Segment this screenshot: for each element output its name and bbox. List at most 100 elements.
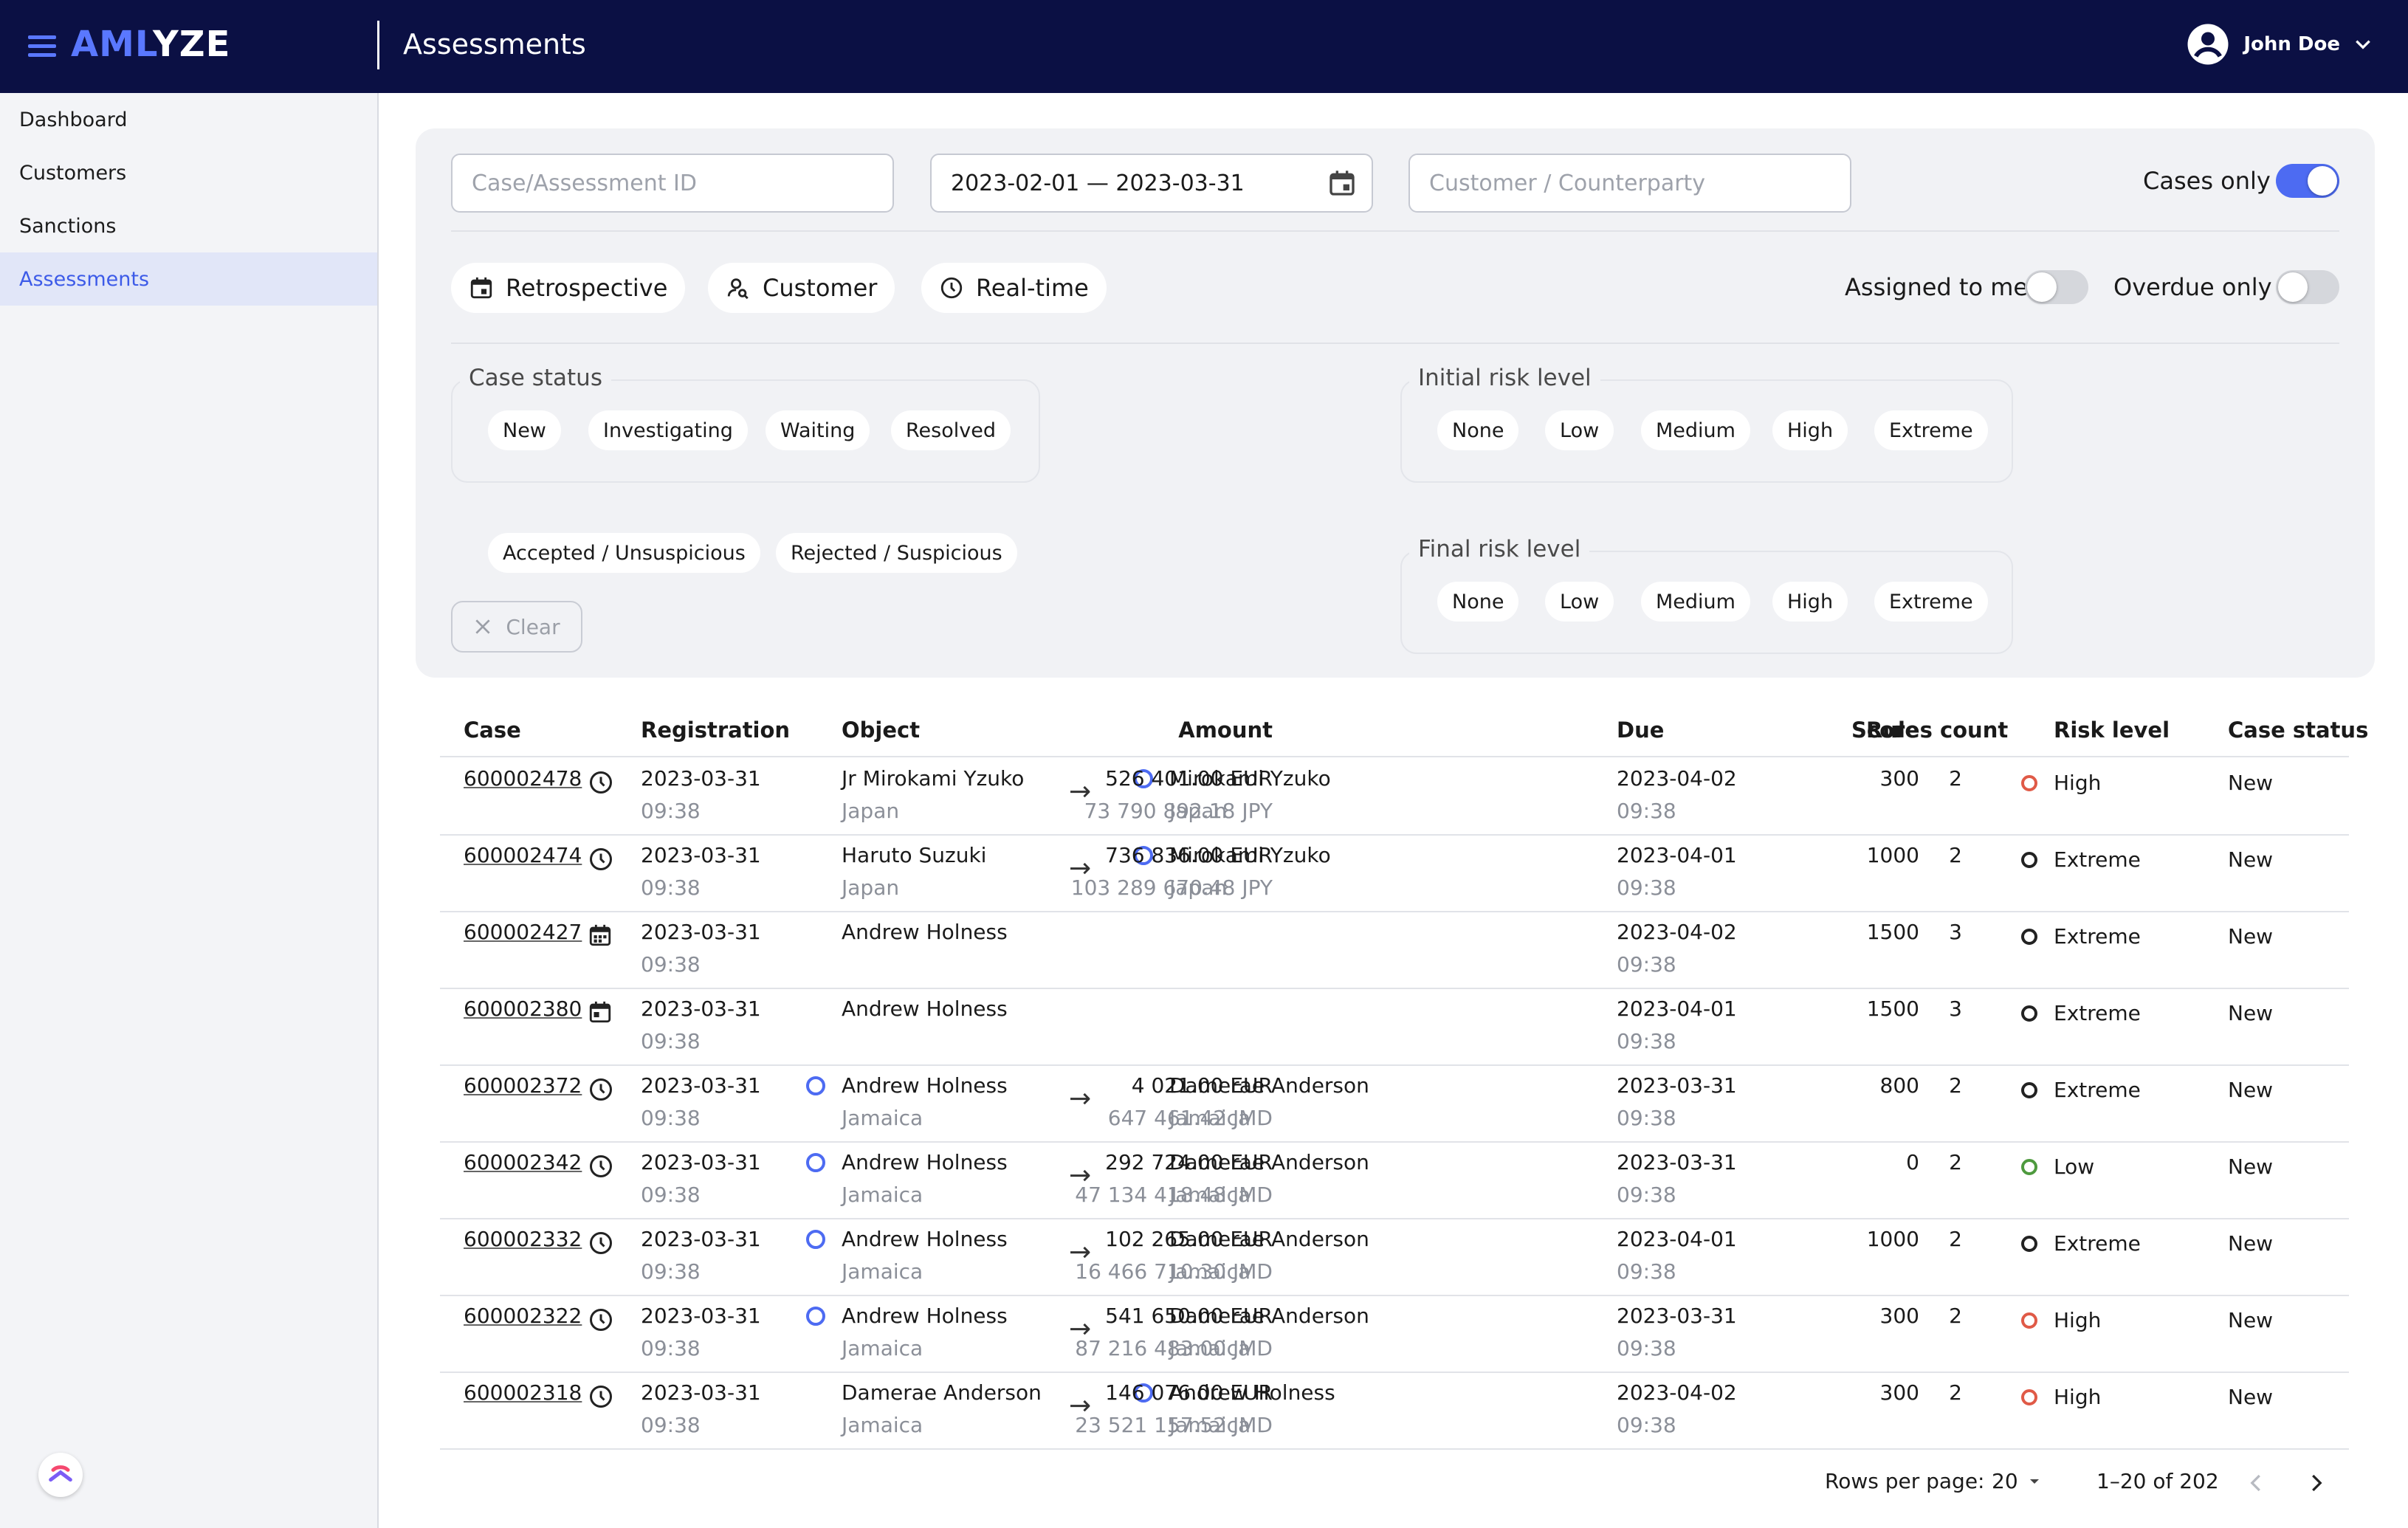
real-time-chip[interactable]: Real-time — [921, 263, 1107, 313]
table-row[interactable]: 600002380 2023-03-31 09:38 Andrew Holness 20… — [440, 989, 2349, 1066]
table-row[interactable]: 600002372 2023-03-31 09:38 Andrew Holness Ja… — [440, 1066, 2349, 1143]
next-page-icon[interactable] — [2305, 1472, 2327, 1494]
brand-logo[interactable]: AMLYZE — [71, 24, 230, 65]
object-name[interactable]: Jr Mirokami Yzuko — [842, 766, 1024, 791]
registration-time: 09:38 — [641, 1336, 701, 1360]
sidebar-item-sanctions[interactable]: Sanctions — [0, 199, 377, 252]
helper-widget-icon[interactable] — [38, 1453, 83, 1497]
table-row[interactable]: 600002318 2023-03-31 09:38 Damerae Anderson… — [440, 1373, 2349, 1450]
score: 300 — [1879, 1380, 1919, 1405]
resolution-chip-rejected[interactable]: Rejected / Suspicious — [776, 533, 1017, 573]
arrow-right-icon: → — [1069, 1084, 1092, 1114]
col-registration[interactable]: Registration — [641, 717, 790, 743]
due-time: 09:38 — [1617, 799, 1676, 823]
case-id-link[interactable]: 600002474 — [464, 843, 582, 867]
rows-per-page-value: 20 — [1992, 1469, 2018, 1493]
status-chip-investigating[interactable]: Investigating — [588, 410, 748, 450]
overdue-only-toggle[interactable] — [2276, 270, 2339, 304]
calendar-icon[interactable] — [1327, 168, 1357, 198]
object-name[interactable]: Andrew Holness — [842, 997, 1008, 1021]
dropdown-arrow-icon — [2029, 1479, 2039, 1484]
initial-risk-legend: Initial risk level — [1409, 365, 1600, 391]
object-name[interactable]: Damerae Anderson — [842, 1380, 1042, 1405]
col-amount[interactable]: Amount — [1178, 717, 1273, 743]
object-name[interactable]: Andrew Holness — [842, 1073, 1008, 1098]
risk-level-indicator — [2021, 852, 2037, 868]
amount: 4 021.00 EUR — [1131, 1073, 1273, 1098]
case-status: New — [2228, 1001, 2274, 1025]
due-time: 09:38 — [1617, 1259, 1676, 1284]
clock-icon — [590, 1309, 612, 1331]
final-risk-chip-extreme[interactable]: Extreme — [1874, 582, 1988, 622]
initial-risk-chip-high[interactable]: High — [1772, 410, 1848, 450]
risk-level: Extreme — [2054, 847, 2141, 872]
date-range-input[interactable]: 2023-02-01 — 2023-03-31 — [930, 154, 1373, 213]
rows-per-page-select[interactable]: 20 — [1992, 1469, 2043, 1493]
amount: 146 076.00 EUR — [1105, 1380, 1273, 1405]
initial-risk-chip-low[interactable]: Low — [1545, 410, 1614, 450]
status-chip-new[interactable]: New — [488, 410, 561, 450]
table-row[interactable]: 600002427 2023-03-31 09:38 Andrew Holness 20… — [440, 912, 2349, 989]
initial-risk-chip-none[interactable]: None — [1437, 410, 1519, 450]
risk-level: Low — [2054, 1154, 2095, 1179]
table-row[interactable]: 600002322 2023-03-31 09:38 Andrew Holness Ja… — [440, 1296, 2349, 1373]
sidebar-item-customers[interactable]: Customers — [0, 146, 377, 199]
col-case-status[interactable]: Case status — [2228, 717, 2368, 743]
col-object[interactable]: Object — [842, 717, 920, 743]
table-row[interactable]: 600002332 2023-03-31 09:38 Andrew Holness Ja… — [440, 1219, 2349, 1296]
table-row[interactable]: 600002474 2023-03-31 09:38 Haruto Suzuki Jap… — [440, 836, 2349, 912]
retrospective-chip[interactable]: Retrospective — [451, 263, 686, 313]
table-row[interactable]: 600002342 2023-03-31 09:38 Andrew Holness Ja… — [440, 1143, 2349, 1219]
table-row[interactable]: 600002478 2023-03-31 09:38 Jr Mirokami Yzuk… — [440, 759, 2349, 836]
case-id-link[interactable]: 600002380 — [464, 997, 582, 1021]
due-time: 09:38 — [1617, 1336, 1676, 1360]
case-id-link[interactable]: 600002372 — [464, 1073, 582, 1098]
final-risk-chip-none[interactable]: None — [1437, 582, 1519, 622]
risk-level-indicator — [2021, 775, 2037, 791]
previous-page-icon[interactable] — [2246, 1472, 2268, 1494]
rows-per-page-label: Rows per page: — [1825, 1469, 1985, 1493]
score: 300 — [1879, 766, 1919, 791]
initial-risk-chip-extreme[interactable]: Extreme — [1874, 410, 1988, 450]
due-time: 09:38 — [1617, 875, 1676, 900]
registration-time: 09:38 — [641, 952, 701, 977]
customer-chip[interactable]: Customer — [708, 263, 895, 313]
assigned-to-me-toggle[interactable] — [2025, 270, 2088, 304]
user-menu[interactable]: John Doe — [2186, 22, 2373, 66]
amount-converted: 87 216 483.00 JMD — [1075, 1336, 1273, 1360]
col-due[interactable]: Due — [1617, 717, 1664, 743]
sidebar-item-assessments[interactable]: Assessments — [0, 252, 377, 306]
col-rules-count[interactable]: Rules count — [1866, 717, 2008, 743]
score: 800 — [1879, 1073, 1919, 1098]
case-id-link[interactable]: 600002342 — [464, 1150, 582, 1174]
object-name[interactable]: Haruto Suzuki — [842, 843, 986, 867]
resolution-chip-accepted[interactable]: Accepted / Unsuspicious — [488, 533, 760, 573]
final-risk-chip-high[interactable]: High — [1772, 582, 1848, 622]
case-id-link[interactable]: 600002322 — [464, 1304, 582, 1328]
status-chip-waiting[interactable]: Waiting — [766, 410, 870, 450]
customer-counterparty-input[interactable]: Customer / Counterparty — [1408, 154, 1851, 213]
case-status: New — [2228, 1308, 2274, 1332]
case-id-link[interactable]: 600002318 — [464, 1380, 582, 1405]
final-risk-chip-medium[interactable]: Medium — [1641, 582, 1750, 622]
object-name[interactable]: Andrew Holness — [842, 1227, 1008, 1251]
sidebar-item-dashboard[interactable]: Dashboard — [0, 93, 377, 146]
case-id-link[interactable]: 600002332 — [464, 1227, 582, 1251]
object-name[interactable]: Andrew Holness — [842, 1304, 1008, 1328]
case-id-link[interactable]: 600002478 — [464, 766, 582, 791]
status-chip-resolved[interactable]: Resolved — [891, 410, 1011, 450]
case-id-link[interactable]: 600002427 — [464, 920, 582, 944]
case-id-input[interactable]: Case/Assessment ID — [451, 154, 894, 213]
object-name[interactable]: Andrew Holness — [842, 1150, 1008, 1174]
col-risk-level[interactable]: Risk level — [2054, 717, 2170, 743]
object-name[interactable]: Andrew Holness — [842, 920, 1008, 944]
account-circle-icon — [2187, 24, 2229, 65]
menu-icon[interactable] — [28, 35, 56, 58]
table-header: Case Registration Object Amount Due Scor… — [440, 709, 2368, 757]
due-time: 09:38 — [1617, 1029, 1676, 1053]
cases-only-toggle[interactable] — [2276, 164, 2339, 198]
final-risk-chip-low[interactable]: Low — [1545, 582, 1614, 622]
clear-button[interactable]: Clear — [451, 601, 582, 653]
col-case[interactable]: Case — [464, 717, 521, 743]
initial-risk-chip-medium[interactable]: Medium — [1641, 410, 1750, 450]
